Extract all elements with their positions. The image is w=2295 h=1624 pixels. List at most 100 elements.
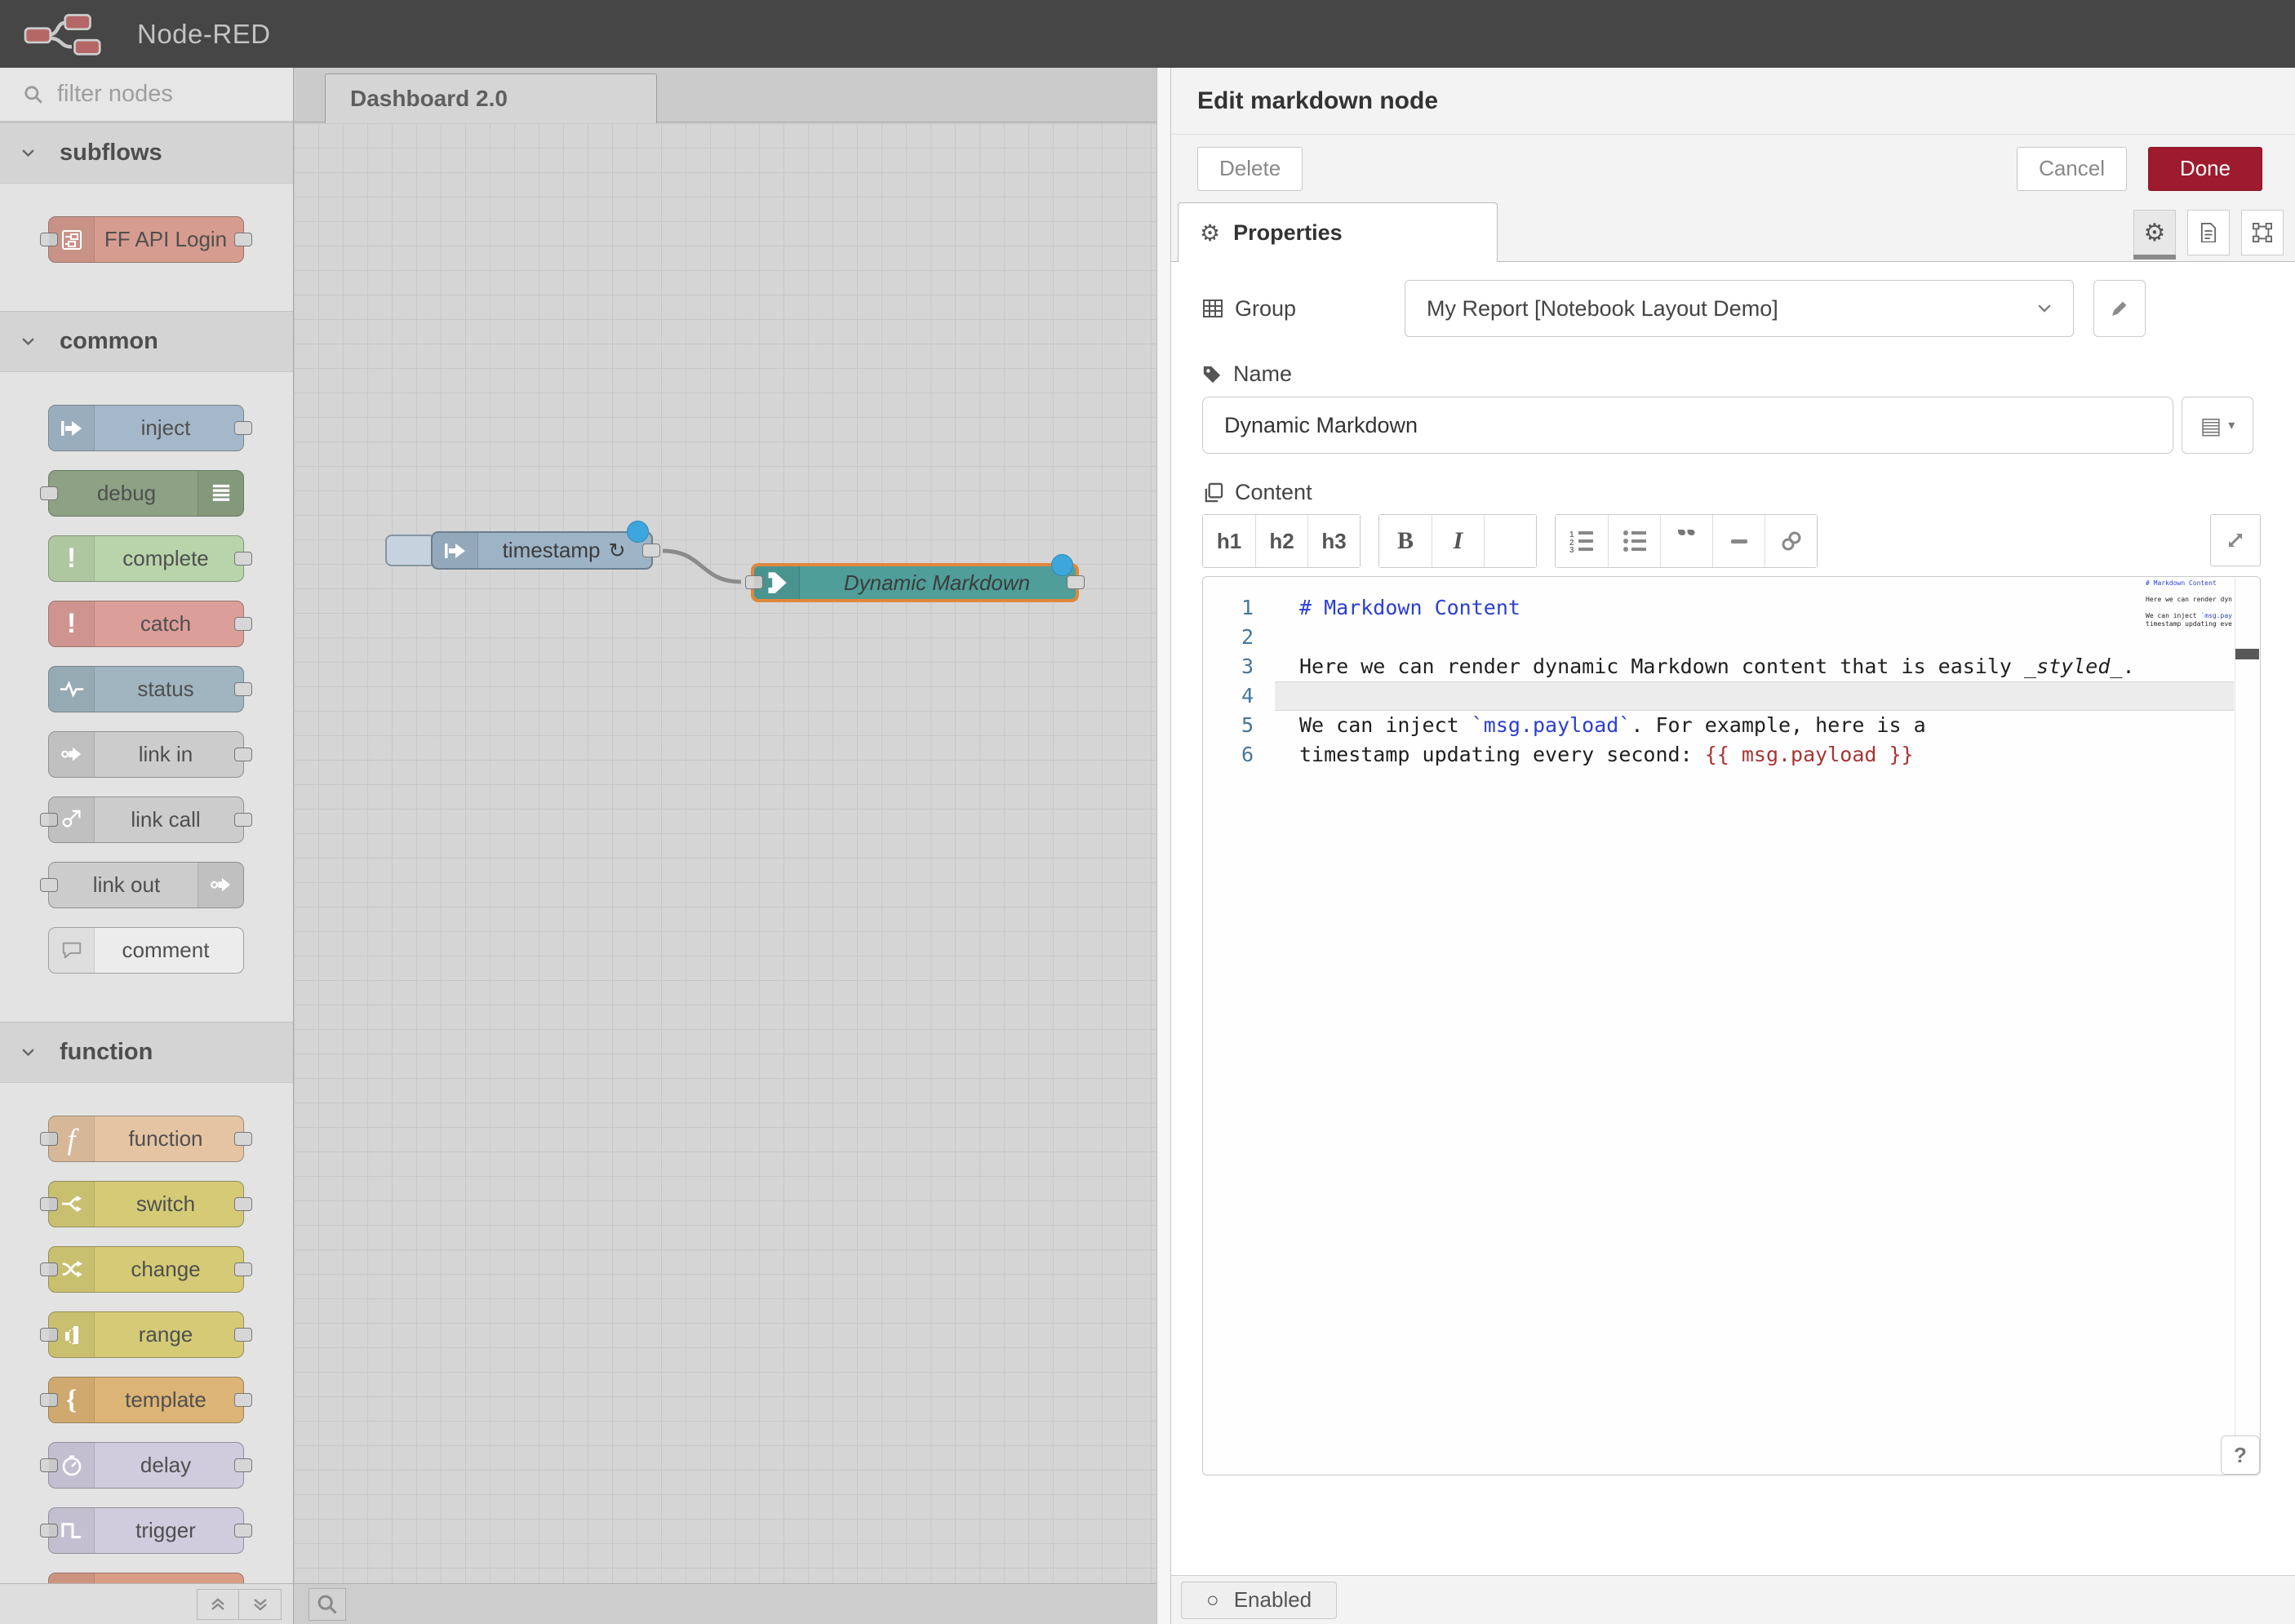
output-port[interactable] <box>234 617 252 631</box>
name-type-button[interactable]: ▤ ▾ <box>2182 397 2253 454</box>
palette-node-trigger[interactable]: trigger <box>48 1507 244 1554</box>
exclamation-icon: ! <box>67 543 76 575</box>
expand-editor-button[interactable] <box>2210 514 2261 566</box>
palette-node-switch[interactable]: switch <box>48 1181 244 1227</box>
inject-arrow-icon <box>61 419 82 437</box>
palette-category-common[interactable]: common <box>0 311 293 372</box>
unsaved-changes-indicator <box>627 521 649 543</box>
collapse-all-button[interactable] <box>197 1589 239 1620</box>
editor-scrollbar[interactable] <box>2235 577 2260 1435</box>
palette-category-function[interactable]: function <box>0 1022 293 1083</box>
toolbar-button-I[interactable]: I <box>1432 515 1484 567</box>
palette-node-catch[interactable]: !catch <box>48 601 244 647</box>
tab-properties[interactable]: ⚙ Properties <box>1178 202 1498 262</box>
output-port[interactable] <box>234 682 252 696</box>
heartbeat-icon <box>60 681 84 698</box>
link-call-icon <box>61 810 82 829</box>
subflow-icon <box>61 229 82 251</box>
tray-resize-handle[interactable] <box>1156 68 1171 1624</box>
line-number: 4 <box>1203 681 1275 711</box>
toolbar-button-chain-link-icon[interactable] <box>1765 515 1817 567</box>
flow-node-timestamp[interactable]: timestamp↻ <box>431 531 653 570</box>
output-port[interactable] <box>234 1524 252 1537</box>
toolbar-button-</>[interactable] <box>1484 515 1536 567</box>
palette-node-function[interactable]: ffunction <box>48 1116 244 1162</box>
expand-icon <box>2226 530 2245 550</box>
palette-node-link-out[interactable]: link out <box>48 862 244 908</box>
chevron-down-icon <box>21 337 35 346</box>
output-port[interactable] <box>234 421 252 435</box>
flow-node-dynamic-markdown[interactable]: Dynamic Markdown <box>751 563 1079 602</box>
line-text <box>1275 623 2234 652</box>
output-port[interactable] <box>234 552 252 566</box>
code-line-5: 5We can inject `msg.payload`. For exampl… <box>1203 711 2234 740</box>
name-input[interactable] <box>1202 397 2173 454</box>
done-button[interactable]: Done <box>2148 147 2262 191</box>
output-port[interactable] <box>1067 575 1085 589</box>
toolbar-group: h1h2h3 <box>1202 514 1361 568</box>
output-port[interactable] <box>234 1132 252 1146</box>
line-number: 1 <box>1203 593 1275 623</box>
toolbar-button-h2[interactable]: h2 <box>1255 515 1307 567</box>
palette-node-change[interactable]: change <box>48 1246 244 1293</box>
toolbar-button-blockquote-icon[interactable]: “ <box>1660 515 1712 567</box>
group-select[interactable]: My Report [Notebook Layout Demo] <box>1405 280 2074 337</box>
palette-category-subflows[interactable]: subflows <box>0 122 293 184</box>
output-port[interactable] <box>234 748 252 761</box>
palette-node-link-in[interactable]: link in <box>48 731 244 778</box>
enabled-toggle-button[interactable]: ○ Enabled <box>1181 1582 1337 1619</box>
tray-tab-button-doc-icon[interactable] <box>2187 210 2230 255</box>
output-port[interactable] <box>234 1262 252 1276</box>
code-line-1: 1# Markdown Content <box>1203 593 2234 623</box>
name-row: ▤ ▾ <box>1202 397 2261 454</box>
canvas-grid[interactable]: timestamp↻ Dynamic Markdown <box>294 123 1156 1583</box>
canvas-search-button[interactable] <box>309 1588 346 1621</box>
palette-node-debug[interactable]: debug <box>48 470 244 517</box>
toolbar-button-B[interactable]: B <box>1379 515 1432 567</box>
output-port[interactable] <box>234 1458 252 1472</box>
filter-nodes-input[interactable] <box>57 81 277 108</box>
scrollbar-thumb[interactable] <box>2235 649 2259 659</box>
expand-all-button[interactable] <box>239 1589 282 1620</box>
inject-button[interactable] <box>385 535 436 566</box>
palette-node-link-call[interactable]: link call <box>48 796 244 843</box>
palette-node-inject[interactable]: inject <box>48 405 244 451</box>
output-port[interactable] <box>642 544 660 557</box>
tab-dashboard-2[interactable]: Dashboard 2.0 <box>325 73 657 123</box>
palette-search[interactable] <box>0 68 293 122</box>
cancel-button[interactable]: Cancel <box>2017 147 2127 191</box>
flow-canvas[interactable]: Dashboard 2.0 timestamp↻ Dynamic Markdown <box>294 68 1156 1624</box>
toolbar-button-h1[interactable]: h1 <box>1203 515 1255 567</box>
toolbar-button-unordered-list-icon[interactable] <box>1608 515 1660 567</box>
node-label: change <box>95 1247 237 1292</box>
node-label: complete <box>95 536 237 581</box>
toolbar-button-h3[interactable]: h3 <box>1307 515 1360 567</box>
node-label: FF API Login <box>95 217 237 262</box>
category-label: subflows <box>60 140 162 166</box>
palette-node-range[interactable]: range <box>48 1311 244 1358</box>
node-label: comment <box>95 928 237 973</box>
output-port[interactable] <box>234 1197 252 1211</box>
tray-tab-button-layout-icon[interactable] <box>2241 210 2284 255</box>
editor-help-button[interactable]: ? <box>2221 1435 2260 1475</box>
tray-tab-button-gear-icon[interactable]: ⚙ <box>2133 210 2176 255</box>
palette-node-comment[interactable]: comment <box>48 927 244 974</box>
delete-button[interactable]: Delete <box>1197 147 1303 191</box>
line-number: 3 <box>1203 652 1275 681</box>
output-port[interactable] <box>234 1328 252 1342</box>
output-port[interactable] <box>234 233 252 246</box>
edit-group-button[interactable] <box>2093 280 2146 337</box>
palette-node-template[interactable]: {template <box>48 1377 244 1423</box>
wire[interactable] <box>663 551 741 582</box>
markdown-editor[interactable]: 1# Markdown Content23Here we can render … <box>1202 576 2261 1475</box>
tray-side-buttons: ⚙ <box>2133 210 2284 255</box>
output-port[interactable] <box>234 1393 252 1407</box>
palette-node-complete[interactable]: ! complete <box>48 535 244 582</box>
output-port[interactable] <box>234 813 252 827</box>
code-line-3: 3Here we can render dynamic Markdown con… <box>1203 652 2234 681</box>
toolbar-button-hr-icon[interactable] <box>1712 515 1765 567</box>
palette-node-ff-api-login[interactable]: FF API Login <box>48 216 244 263</box>
palette-node-status[interactable]: status <box>48 666 244 712</box>
toolbar-button-ordered-list-icon[interactable]: 123 <box>1556 515 1608 567</box>
palette-node-delay[interactable]: delay <box>48 1442 244 1489</box>
